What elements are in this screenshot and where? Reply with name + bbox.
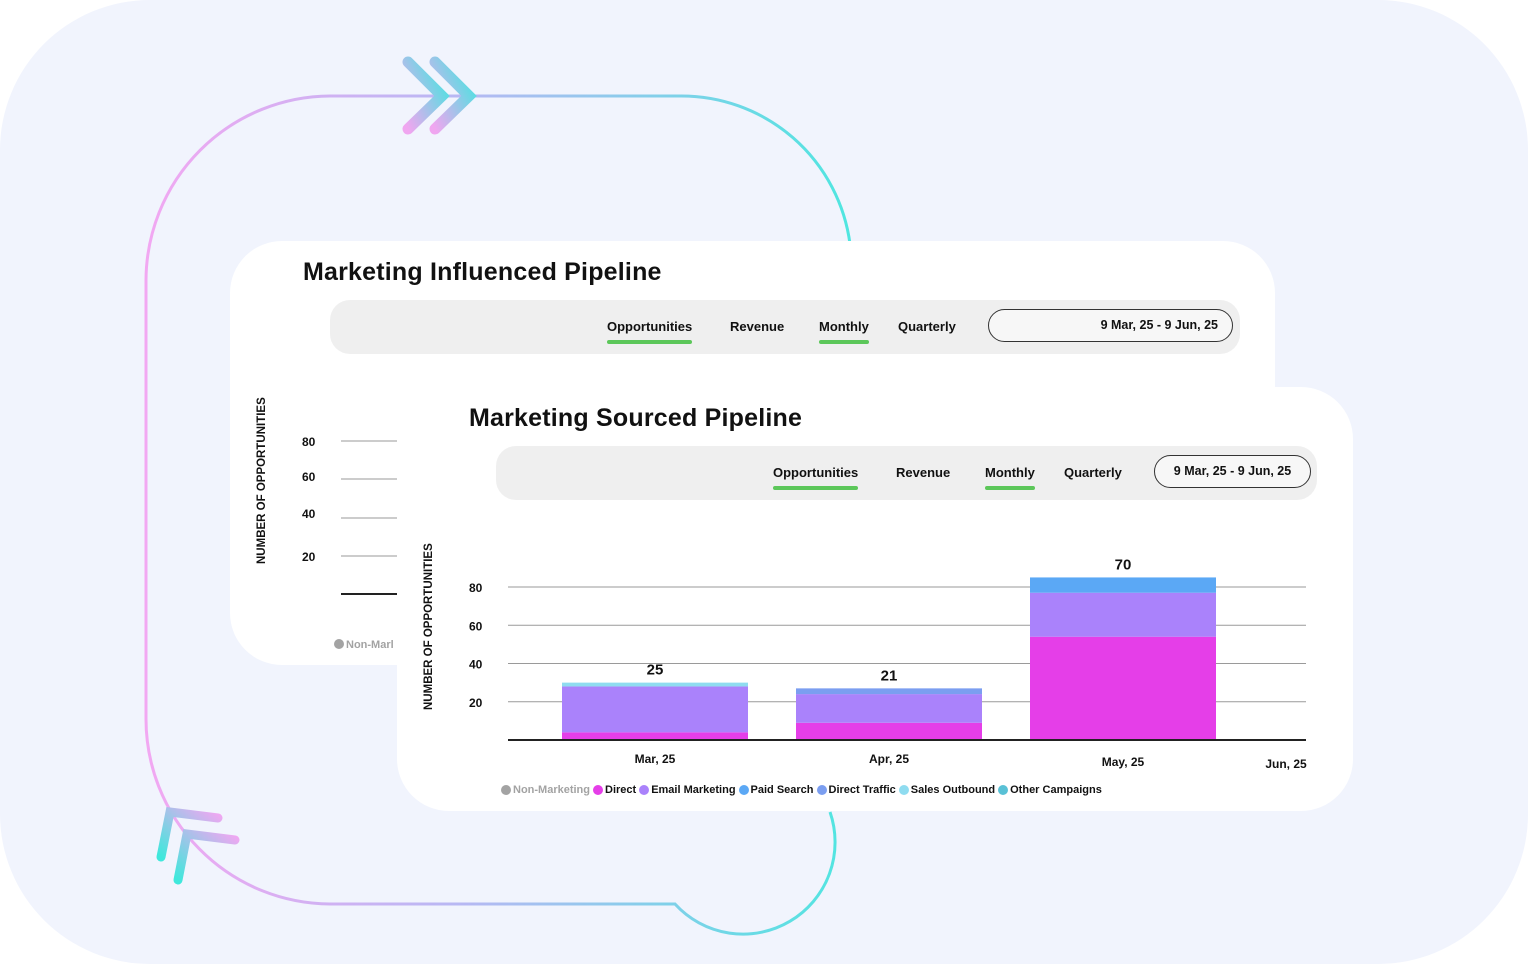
bar-segment	[796, 688, 982, 695]
legend-label: Sales Outbound	[910, 784, 996, 796]
date-range-picker[interactable]: 9 Mar, 25 - 9 Jun, 25	[988, 309, 1233, 342]
legend-label: Paid Search	[750, 784, 814, 796]
tab-monthly[interactable]: Monthly	[819, 319, 869, 344]
legend-item[interactable]: Sales Outbound	[898, 784, 996, 796]
legend-dot	[998, 785, 1009, 795]
x-tick-label: Apr, 25	[869, 752, 909, 766]
y-tick-label: 80	[469, 581, 483, 595]
stage: Marketing Influenced Pipeline Opportunit…	[0, 0, 1528, 964]
y-tick-label: 60	[469, 619, 483, 633]
bar-segment	[1030, 636, 1216, 740]
x-tick-label: Jun, 25	[1265, 757, 1307, 771]
y-tick-label: 60	[302, 470, 316, 484]
legend-item[interactable]: Paid Search	[738, 784, 814, 796]
legend-dot	[816, 785, 827, 795]
y-tick-label: 20	[302, 550, 316, 564]
chart-legend: Non-Marketing Direct Email Marketing Paid S…	[501, 784, 1105, 796]
legend-dot	[501, 785, 511, 795]
bar-segment	[1030, 592, 1216, 637]
legend-dot	[639, 785, 650, 795]
bar-segment	[562, 732, 748, 740]
legend-label: Email Marketing	[651, 784, 736, 796]
legend-item[interactable]: Non-Marketing	[501, 784, 590, 796]
legend-item[interactable]: Direct Traffic	[816, 784, 896, 796]
x-tick-label: Mar, 25	[635, 752, 676, 766]
legend-dot	[593, 785, 603, 795]
bar-segment	[796, 694, 982, 723]
legend-dot	[738, 785, 749, 795]
legend-label: Direct	[605, 784, 637, 796]
tab-revenue[interactable]: Revenue	[730, 319, 784, 334]
bar-segment	[562, 686, 748, 733]
legend-label: Non-Marl	[346, 639, 394, 651]
y-tick-label: 40	[302, 507, 316, 521]
bar-segment	[796, 722, 982, 740]
bar-total-label: 70	[1115, 556, 1132, 573]
legend-label: Direct Traffic	[828, 784, 896, 796]
legend-dot	[334, 639, 344, 649]
tab-quarterly[interactable]: Quarterly	[898, 319, 956, 334]
legend-item[interactable]: Direct	[593, 784, 636, 796]
legend-item[interactable]: Email Marketing	[639, 784, 736, 796]
x-tick-label: May, 25	[1102, 755, 1145, 769]
bar-total-label: 25	[647, 662, 664, 679]
sourced-pipeline-card: Marketing Sourced Pipeline Opportunities…	[397, 387, 1353, 811]
bar-segment	[1030, 577, 1216, 593]
y-tick-label: 80	[302, 435, 316, 449]
bar-total-label: 21	[881, 667, 898, 684]
sourced-chart: 80 60 40 20 25 Mar, 25 21 Apr, 25 70 May, 25 Jun, …	[469, 556, 1307, 771]
legend-label: Other Campaigns	[1010, 784, 1102, 796]
y-tick-label: 40	[469, 658, 483, 672]
bar-segment	[562, 682, 748, 687]
y-tick-label: 20	[469, 696, 483, 710]
legend-item[interactable]: Other Campaigns	[998, 784, 1102, 796]
y-gridlines	[341, 440, 397, 557]
legend-dot	[898, 785, 909, 795]
legend-label: Non-Marketing	[513, 784, 590, 796]
